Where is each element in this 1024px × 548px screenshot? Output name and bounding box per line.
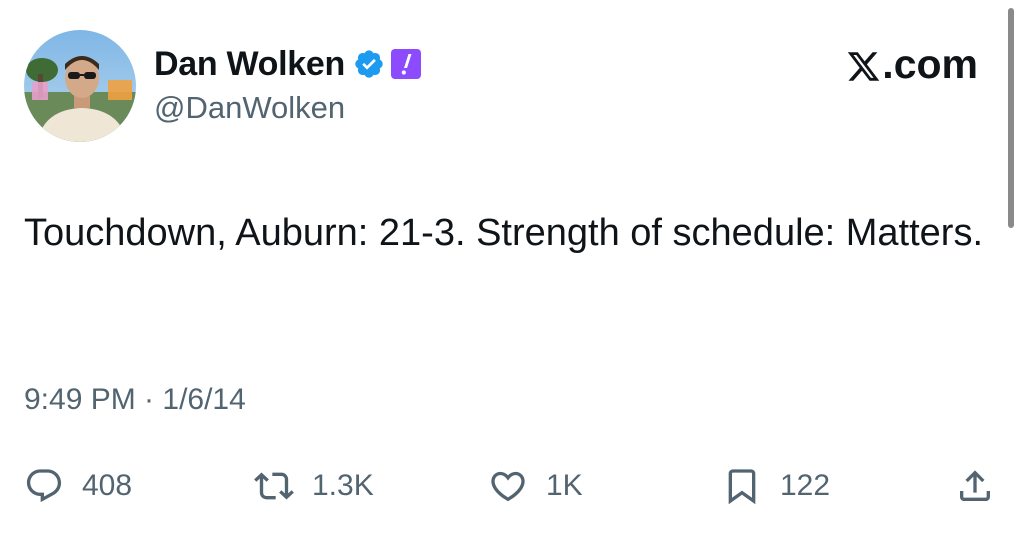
x-logo-icon (846, 47, 881, 82)
bookmark-button[interactable]: 122 (722, 462, 830, 510)
brand-logo: .com (846, 40, 978, 88)
author-name-row: Dan Wolken (154, 40, 421, 88)
share-icon (955, 466, 995, 506)
author-display-name[interactable]: Dan Wolken (154, 45, 345, 84)
like-button[interactable]: 1K (488, 462, 583, 510)
retweet-count: 1.3K (312, 469, 374, 502)
retweet-button[interactable]: 1.3K (254, 462, 374, 510)
reply-count: 408 (82, 469, 133, 502)
author-handle[interactable]: @DanWolken (154, 90, 345, 126)
verified-badge-icon[interactable] (353, 48, 385, 80)
like-count: 1K (546, 469, 583, 502)
retweet-icon (254, 466, 294, 506)
avatar[interactable] (24, 30, 136, 142)
bookmark-icon (722, 466, 762, 506)
tweet-timestamp[interactable]: 9:49 PM · 1/6/14 (24, 383, 246, 417)
bookmark-count: 122 (780, 469, 831, 502)
heart-icon (488, 466, 528, 506)
reply-button[interactable]: 408 (24, 462, 132, 510)
avatar-photo (24, 30, 136, 142)
scrollbar[interactable] (1008, 8, 1014, 228)
share-button[interactable] (955, 462, 995, 510)
tweet-text: Touchdown, Auburn: 21-3. Strength of sch… (24, 212, 984, 254)
brand-suffix: .com (882, 40, 978, 87)
exclamation-badge-icon[interactable] (390, 49, 421, 79)
action-bar: 408 1.3K 1K 122 (0, 462, 1024, 510)
reply-icon (24, 466, 64, 506)
